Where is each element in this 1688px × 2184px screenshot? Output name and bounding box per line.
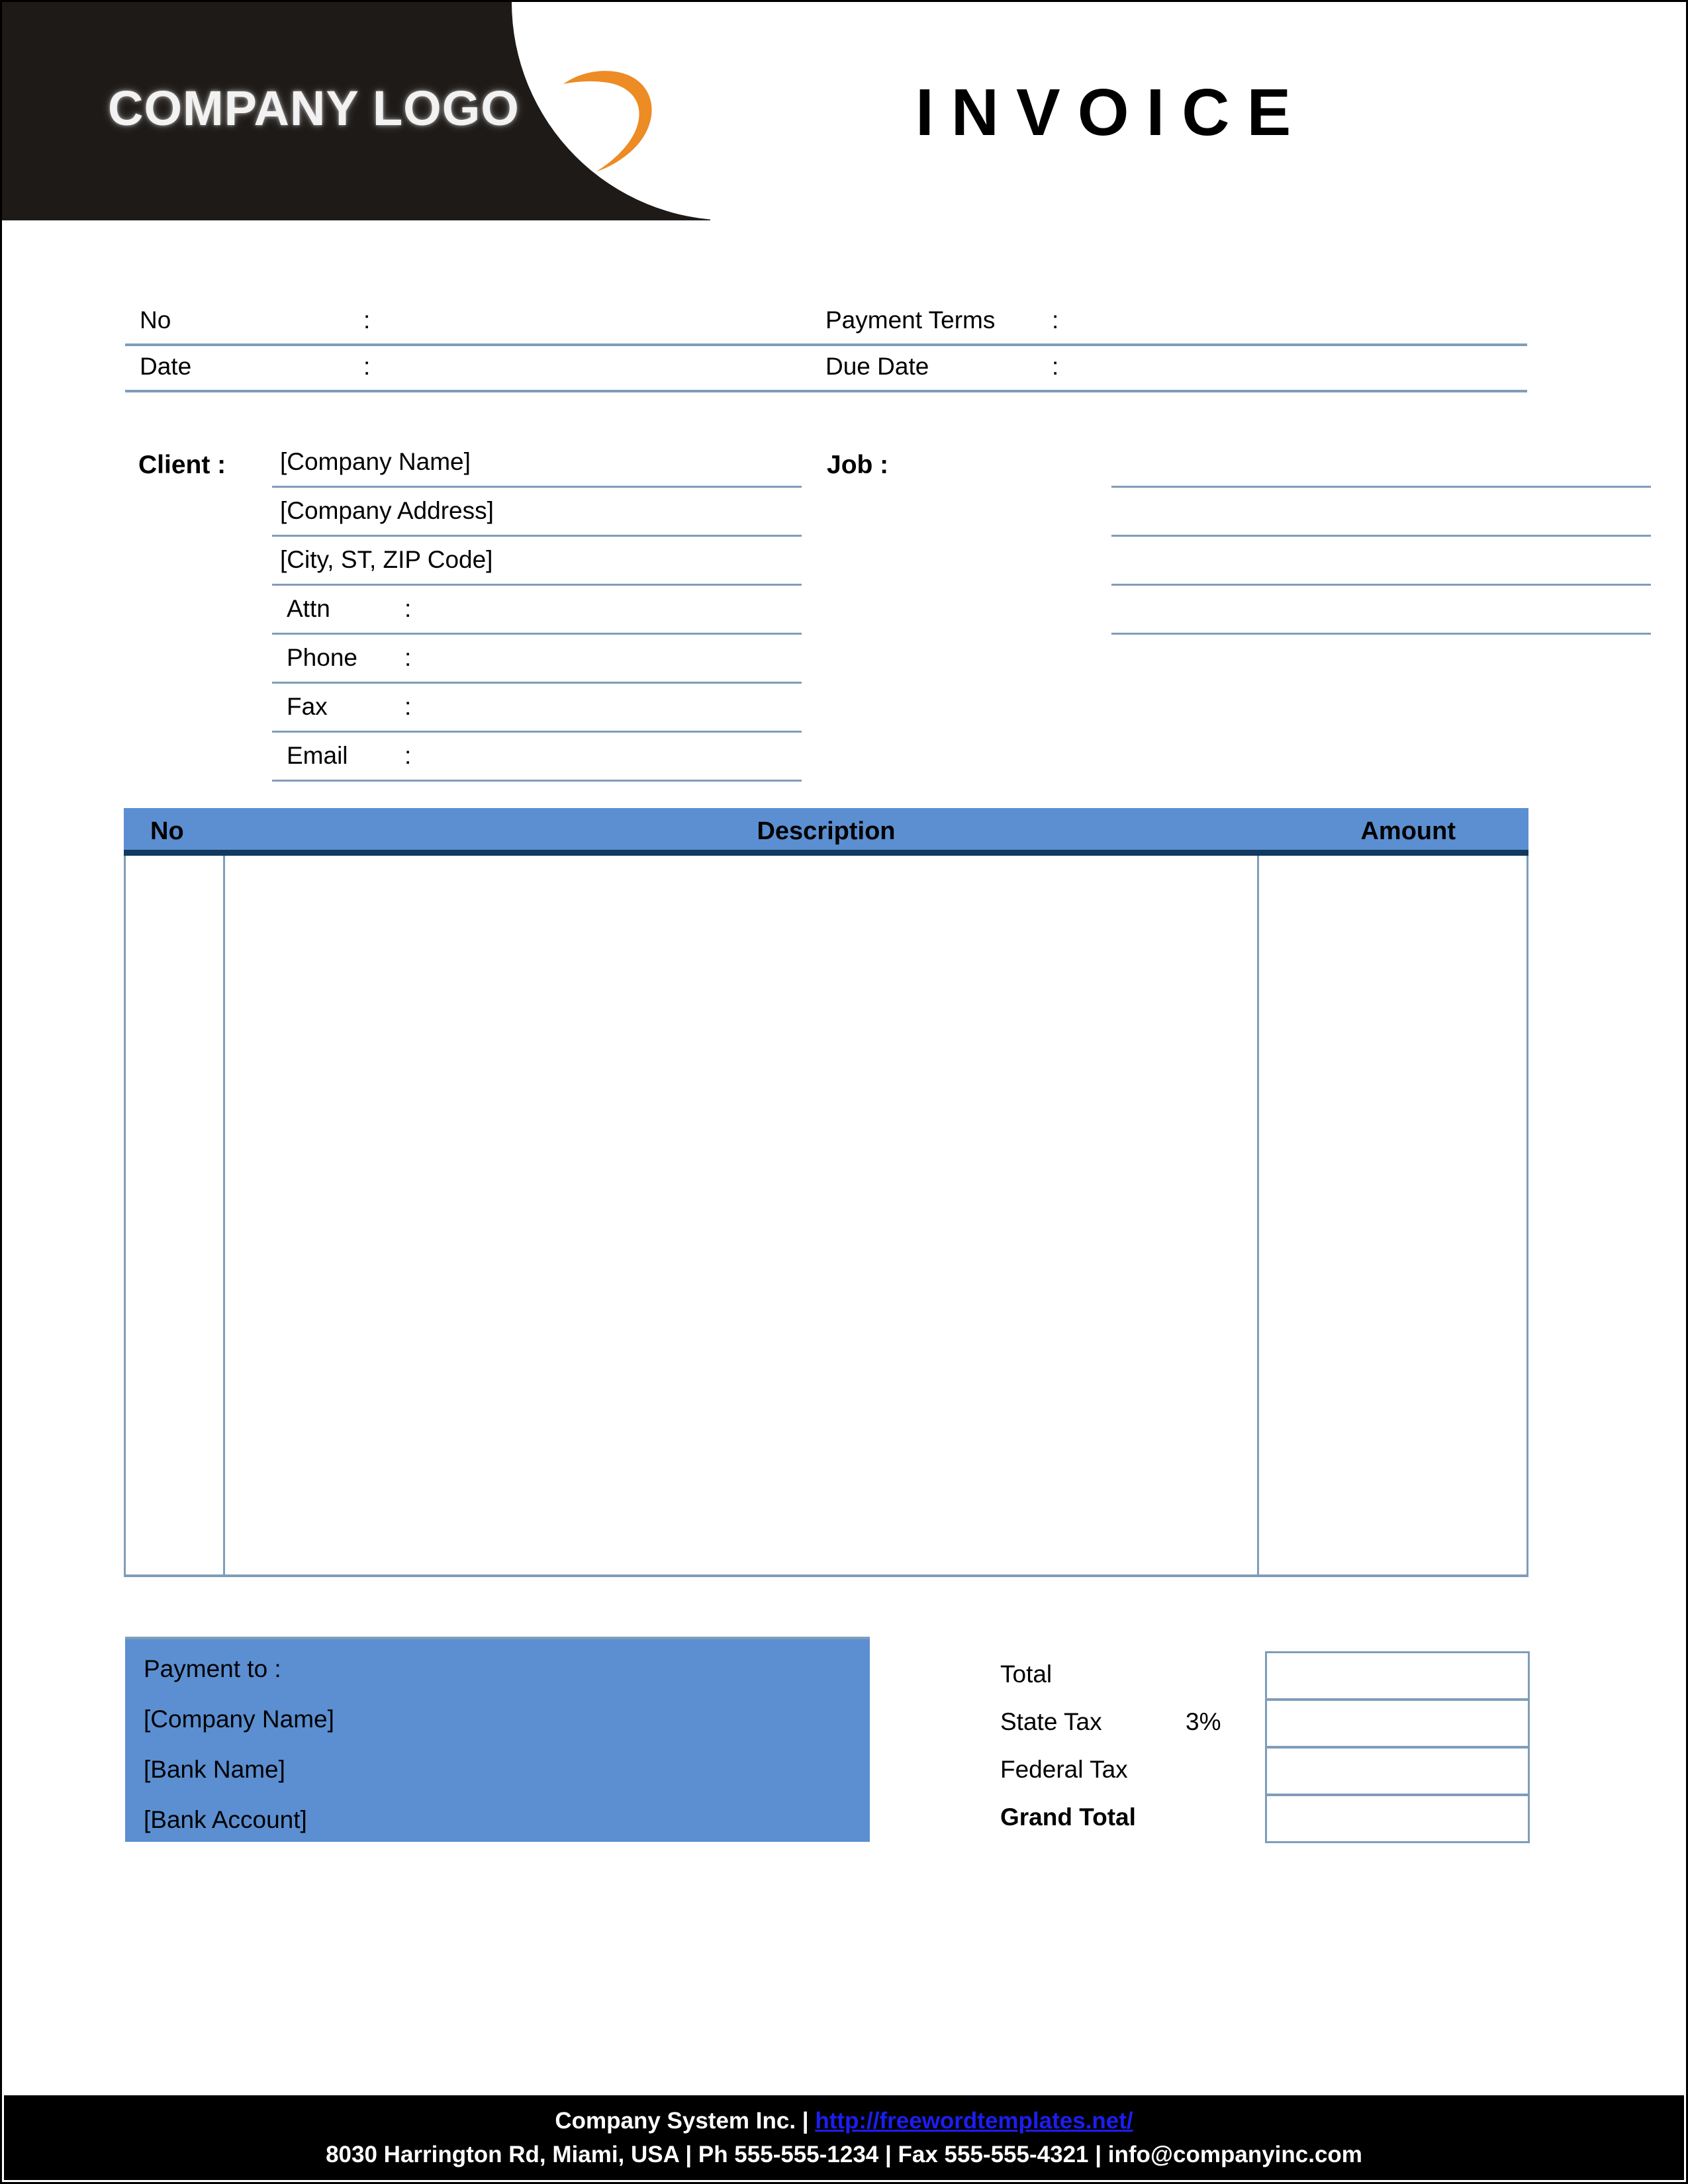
job-label: Job : [827, 451, 889, 479]
client-fields: [Company Name] [Company Address] [City, … [272, 439, 802, 782]
payment-to-heading: Payment to : [144, 1655, 281, 1682]
totals-section: Total State Tax 3% Federal Tax Grand Tot… [1000, 1651, 1530, 1843]
state-tax-percent: 3% [1186, 1708, 1221, 1735]
footer-separator: | [802, 2108, 816, 2134]
invoice-meta-fields: No : Payment Terms : Date : Due Date : [125, 300, 1527, 392]
client-company-name-value: [Company Name] [280, 448, 471, 475]
client-email-field[interactable]: Email : [272, 733, 802, 782]
payment-bank-name: [Bank Name] [144, 1756, 285, 1783]
client-company-address-field[interactable]: [Company Address] [272, 488, 802, 537]
page-title: INVOICE [915, 75, 1309, 150]
fax-colon: : [404, 693, 412, 720]
line-items-header-row: No Description Amount [124, 808, 1528, 856]
table-border-right [1526, 856, 1528, 1574]
due-date-label: Due Date [825, 353, 929, 380]
footer-company-name: Company System Inc. [555, 2108, 802, 2134]
email-colon: : [404, 742, 412, 769]
company-logo-text: COMPANY LOGO [108, 81, 520, 136]
table-divider-no-desc [223, 856, 225, 1574]
company-logo: COMPANY LOGO [108, 71, 652, 171]
page-footer: Company System Inc. | http://freewordtem… [4, 2095, 1684, 2180]
totals-row-federal-tax: Federal Tax [1000, 1747, 1530, 1798]
job-line-2[interactable] [1111, 488, 1651, 537]
email-label: Email [287, 742, 348, 769]
totals-row-grand-total: Grand Total [1000, 1794, 1530, 1846]
header-black-band: COMPANY LOGO [2, 2, 710, 220]
state-tax-label: State Tax [1000, 1708, 1102, 1735]
grand-total-input[interactable] [1265, 1794, 1530, 1843]
no-label: No [140, 306, 171, 334]
payment-to-box: Payment to : [Company Name] [Bank Name] … [125, 1637, 870, 1842]
attn-label: Attn [287, 595, 330, 622]
invoice-page: COMPANY LOGO INVOICE No : Payment Terms … [0, 0, 1688, 2184]
fax-label: Fax [287, 693, 328, 720]
job-line-4[interactable] [1111, 586, 1651, 635]
client-attn-field[interactable]: Attn : [272, 586, 802, 635]
footer-line-1: Company System Inc. | http://freewordtem… [4, 2105, 1684, 2138]
payment-terms-colon: : [1052, 306, 1059, 334]
footer-line-2: 8030 Harrington Rd, Miami, USA | Ph 555-… [326, 2141, 1362, 2167]
payment-bank-account: [Bank Account] [144, 1806, 307, 1833]
phone-colon: : [404, 644, 412, 671]
job-line-3[interactable] [1111, 537, 1651, 586]
client-company-address-value: [Company Address] [280, 497, 494, 524]
job-line-1[interactable] [1111, 439, 1651, 488]
job-fields [1111, 439, 1651, 635]
payment-terms-label: Payment Terms [825, 306, 996, 334]
footer-website-link[interactable]: http://freewordtemplates.net/ [815, 2108, 1133, 2134]
line-items-table: No Description Amount [124, 808, 1528, 1577]
state-tax-input[interactable] [1265, 1699, 1530, 1748]
client-fax-field[interactable]: Fax : [272, 684, 802, 733]
line-items-body[interactable] [124, 856, 1528, 1577]
attn-colon: : [404, 595, 412, 622]
federal-tax-label: Federal Tax [1000, 1756, 1128, 1783]
meta-row-date: Date : Due Date : [125, 346, 1527, 392]
logo-swoosh-icon [563, 71, 652, 171]
total-label: Total [1000, 1661, 1053, 1688]
payment-company-name: [Company Name] [144, 1706, 334, 1733]
client-city-state-zip-value: [City, ST, ZIP Code] [280, 546, 493, 573]
date-colon: : [363, 353, 371, 380]
totals-row-state-tax: State Tax 3% [1000, 1699, 1530, 1751]
table-border-left [124, 856, 126, 1574]
grand-total-label: Grand Total [1000, 1803, 1136, 1831]
client-job-block: Client : Job : [Company Name] [Company A… [125, 439, 1651, 782]
meta-row-no: No : Payment Terms : [125, 300, 1527, 346]
no-colon: : [363, 306, 371, 334]
totals-row-total: Total [1000, 1651, 1530, 1703]
client-label: Client : [138, 451, 226, 479]
phone-label: Phone [287, 644, 357, 671]
total-input[interactable] [1265, 1651, 1530, 1700]
client-phone-field[interactable]: Phone : [272, 635, 802, 684]
client-company-name-field[interactable]: [Company Name] [272, 439, 802, 488]
due-date-colon: : [1052, 353, 1059, 380]
column-header-amount: Amount [1360, 817, 1456, 845]
table-divider-desc-amt [1257, 856, 1259, 1574]
date-label: Date [140, 353, 192, 380]
federal-tax-input[interactable] [1265, 1747, 1530, 1796]
client-city-state-zip-field[interactable]: [City, ST, ZIP Code] [272, 537, 802, 586]
